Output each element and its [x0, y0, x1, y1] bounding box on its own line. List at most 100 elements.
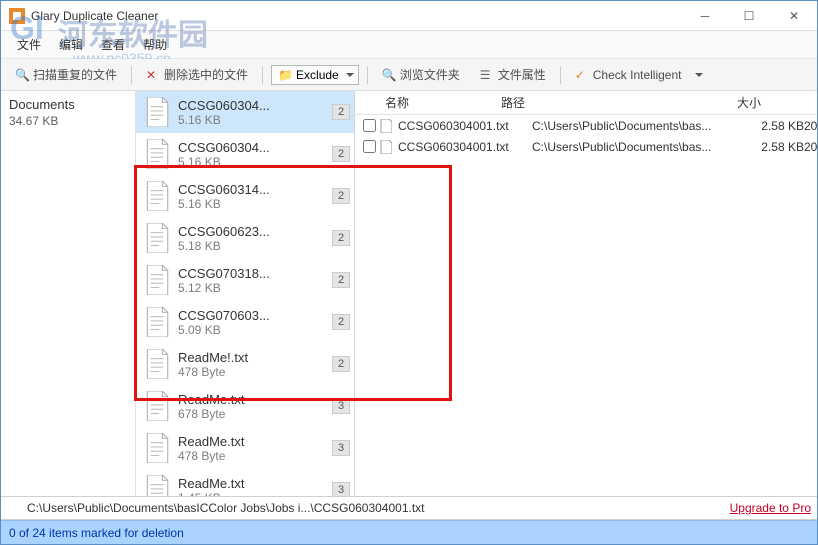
check-intelligent-button[interactable]: ✓ Check Intelligent	[569, 65, 710, 85]
document-icon	[142, 179, 172, 213]
file-row[interactable]: CCSG060304001.txtC:\Users\Public\Documen…	[355, 115, 817, 136]
details-panel: 名称 路径 大小 CCSG060304001.txtC:\Users\Publi…	[355, 91, 817, 496]
file-group-item[interactable]: CCSG070318...5.12 KB2	[136, 259, 354, 301]
path-text: C:\Users\Public\Documents\basICColor Job…	[7, 501, 730, 515]
cell-name: CCSG060304001.txt	[398, 119, 532, 133]
chevron-down-icon	[695, 73, 703, 77]
file-group-item[interactable]: ReadMe.txt1.45 KB3	[136, 469, 354, 496]
file-size: 5.16 KB	[178, 197, 348, 211]
menu-file[interactable]: 文件	[9, 32, 49, 57]
dup-count-badge: 2	[332, 104, 350, 120]
dup-count-badge: 2	[332, 146, 350, 162]
file-group-item[interactable]: CCSG060304...5.16 KB2	[136, 91, 354, 133]
dup-count-badge: 2	[332, 272, 350, 288]
col-path-header[interactable]: 路径	[499, 94, 695, 111]
scan-button[interactable]: 🔍 扫描重复的文件	[9, 63, 123, 86]
check-label: Check Intelligent	[593, 68, 682, 82]
file-size: 5.16 KB	[178, 155, 348, 169]
separator	[131, 66, 132, 84]
file-size: 478 Byte	[178, 365, 348, 379]
file-name: CCSG060314...	[178, 182, 348, 197]
file-name: ReadMe.txt	[178, 392, 348, 407]
file-row[interactable]: CCSG060304001.txtC:\Users\Public\Documen…	[355, 136, 817, 157]
separator	[367, 66, 368, 84]
file-group-item[interactable]: CCSG060304...5.16 KB2	[136, 133, 354, 175]
maximize-button[interactable]: ☐	[727, 2, 771, 30]
props-button[interactable]: ☰ 文件属性	[474, 63, 552, 86]
file-name: ReadMe!.txt	[178, 350, 348, 365]
minimize-button[interactable]: ─	[683, 2, 727, 30]
pathbar: C:\Users\Public\Documents\basICColor Job…	[1, 496, 817, 520]
row-checkbox[interactable]	[363, 119, 376, 132]
close-button[interactable]: ✕	[771, 2, 817, 30]
file-name: CCSG060304...	[178, 140, 348, 155]
toolbar: 🔍 扫描重复的文件 ✕ 删除选中的文件 📁 Exclude 🔍 浏览文件夹 ☰ …	[1, 59, 817, 91]
content-area: Documents 34.67 KB CCSG060304...5.16 KB2…	[1, 91, 817, 496]
dup-count-badge: 2	[332, 188, 350, 204]
chevron-down-icon	[346, 73, 354, 77]
file-group-item[interactable]: ReadMe.txt478 Byte3	[136, 427, 354, 469]
window-title: Glary Duplicate Cleaner	[31, 9, 683, 23]
file-name: CCSG060304...	[178, 98, 348, 113]
file-name: CCSG070318...	[178, 266, 348, 281]
file-icon	[380, 118, 394, 134]
file-group-item[interactable]: CCSG060314...5.16 KB2	[136, 175, 354, 217]
browse-label: 浏览文件夹	[400, 66, 460, 83]
search-icon: 🔍	[15, 68, 29, 82]
file-icon	[380, 139, 394, 155]
delete-button[interactable]: ✕ 删除选中的文件	[140, 63, 254, 86]
exclude-dropdown[interactable]: 📁 Exclude	[271, 65, 359, 85]
file-size: 1.45 KB	[178, 491, 348, 497]
delete-label: 删除选中的文件	[164, 66, 248, 83]
document-icon	[142, 347, 172, 381]
document-icon	[142, 305, 172, 339]
menu-edit[interactable]: 编辑	[51, 32, 91, 57]
file-group-item[interactable]: ReadMe!.txt478 Byte2	[136, 343, 354, 385]
file-name: CCSG060623...	[178, 224, 348, 239]
dup-count-badge: 2	[332, 314, 350, 330]
menu-view[interactable]: 查看	[93, 32, 133, 57]
document-icon	[142, 431, 172, 465]
titlebar: Glary Duplicate Cleaner ─ ☐ ✕	[1, 1, 817, 31]
file-size: 478 Byte	[178, 449, 348, 463]
file-name: ReadMe.txt	[178, 476, 348, 491]
app-icon	[9, 8, 25, 24]
sidebar: Documents 34.67 KB	[1, 91, 136, 496]
dup-count-badge: 3	[332, 440, 350, 456]
upgrade-link[interactable]: Upgrade to Pro	[730, 501, 811, 515]
delete-icon: ✕	[146, 68, 160, 82]
browse-button[interactable]: 🔍 浏览文件夹	[376, 63, 466, 86]
document-icon	[142, 95, 172, 129]
file-size: 5.09 KB	[178, 323, 348, 337]
file-group-item[interactable]: CCSG070603...5.09 KB2	[136, 301, 354, 343]
sidebar-subtitle: 34.67 KB	[9, 114, 127, 128]
dup-count-badge: 2	[332, 230, 350, 246]
cell-path: C:\Users\Public\Documents\bas...	[532, 140, 728, 154]
file-group-item[interactable]: CCSG060623...5.18 KB2	[136, 217, 354, 259]
status-text: 0 of 24 items marked for deletion	[9, 526, 184, 540]
file-name: ReadMe.txt	[178, 434, 348, 449]
menu-help[interactable]: 帮助	[135, 32, 175, 57]
check-icon: ✓	[575, 68, 589, 82]
row-checkbox[interactable]	[363, 140, 376, 153]
file-size: 5.16 KB	[178, 113, 348, 127]
file-name: CCSG070603...	[178, 308, 348, 323]
document-icon	[142, 221, 172, 255]
dup-count-badge: 3	[332, 482, 350, 496]
separator	[262, 66, 263, 84]
document-icon	[142, 389, 172, 423]
col-size-header[interactable]: 大小	[695, 94, 781, 111]
cell-name: CCSG060304001.txt	[398, 140, 532, 154]
file-size: 5.12 KB	[178, 281, 348, 295]
column-headers: 名称 路径 大小	[355, 91, 817, 115]
file-size: 5.18 KB	[178, 239, 348, 253]
cell-size: 2.58 KB	[728, 140, 804, 154]
statusbar: 0 of 24 items marked for deletion	[1, 520, 817, 544]
folder-exclude-icon: 📁	[278, 68, 292, 82]
dup-count-badge: 3	[332, 398, 350, 414]
document-icon	[142, 137, 172, 171]
col-name-header[interactable]: 名称	[359, 94, 499, 111]
file-group-item[interactable]: ReadMe.txt678 Byte3	[136, 385, 354, 427]
sidebar-title[interactable]: Documents	[9, 97, 127, 112]
cell-size: 2.58 KB	[728, 119, 804, 133]
